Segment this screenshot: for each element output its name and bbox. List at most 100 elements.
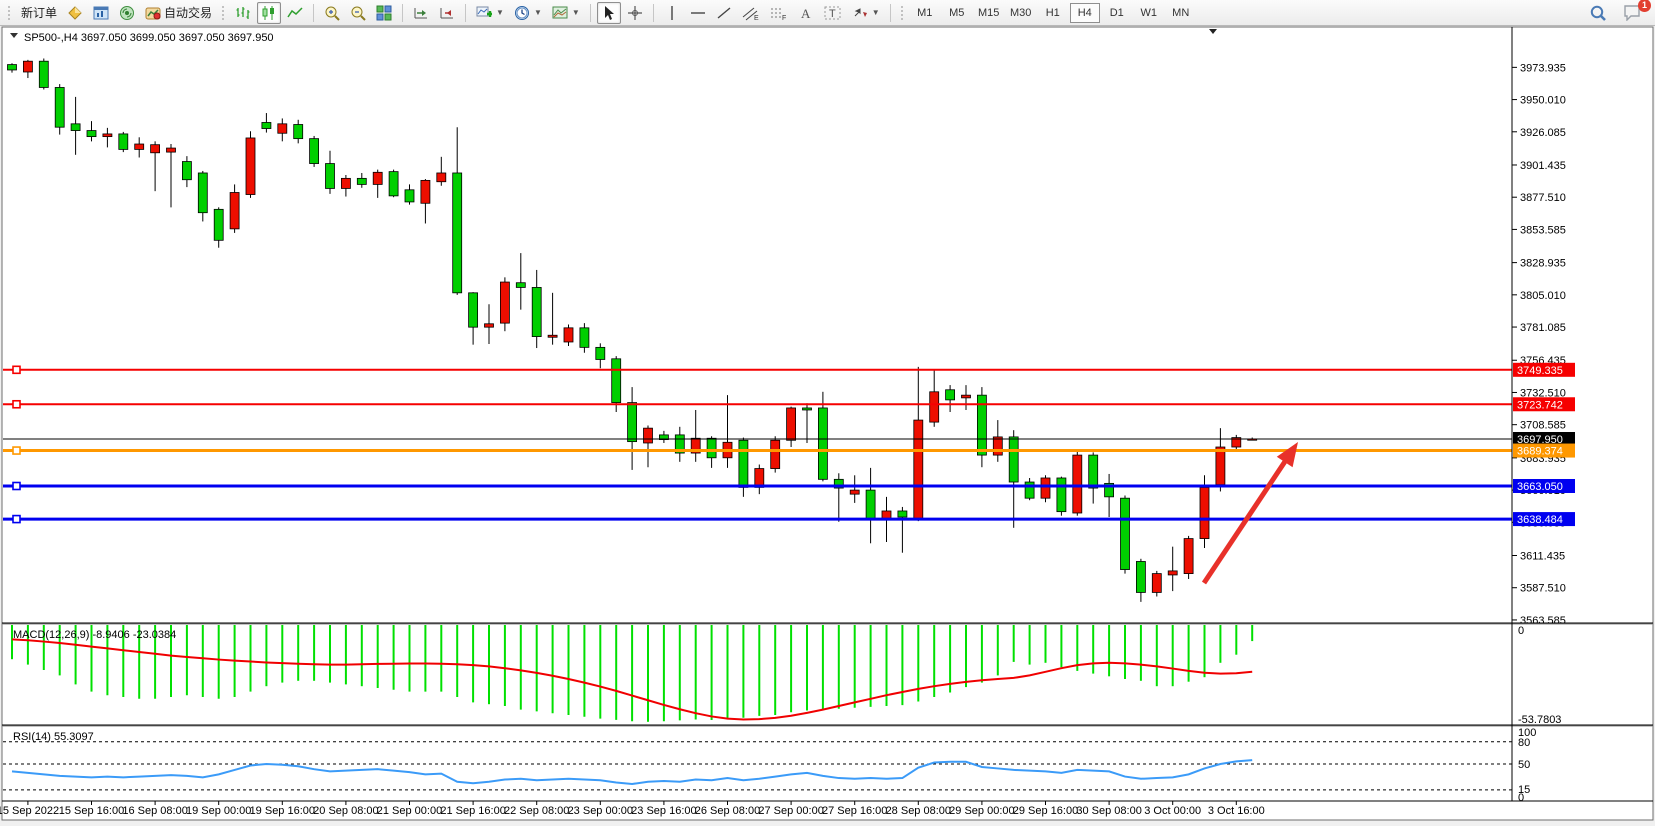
candle-body bbox=[405, 190, 414, 202]
time-tick-label: 29 Sep 16:00 bbox=[1013, 805, 1078, 817]
candle-body bbox=[1216, 447, 1225, 485]
time-tick-label: 22 Sep 08:00 bbox=[504, 805, 569, 817]
price-tick-label: 3877.510 bbox=[1520, 192, 1566, 204]
hline-handle[interactable] bbox=[13, 366, 20, 373]
candle-body bbox=[803, 408, 812, 410]
candle-body bbox=[628, 403, 637, 442]
time-tick-label: 27 Sep 00:00 bbox=[758, 805, 823, 817]
candle-body bbox=[548, 335, 557, 337]
candle-body bbox=[1200, 487, 1209, 538]
candle-body bbox=[421, 180, 430, 203]
rsi-axis-label: 50 bbox=[1518, 759, 1530, 771]
candle-body bbox=[182, 162, 191, 180]
candle-body bbox=[326, 164, 335, 189]
candle-body bbox=[962, 395, 971, 398]
candle-body bbox=[87, 131, 96, 137]
candle-body bbox=[1121, 498, 1130, 569]
price-tag-label: 3663.050 bbox=[1517, 481, 1563, 493]
price-tick-label: 3563.585 bbox=[1520, 615, 1566, 627]
price-tag-label: 3638.484 bbox=[1517, 514, 1563, 526]
candle-body bbox=[469, 293, 478, 327]
candle-body bbox=[262, 122, 271, 128]
price-tag-label: 3723.742 bbox=[1517, 399, 1563, 411]
candle-body bbox=[596, 347, 605, 359]
time-tick-label: 27 Sep 16:00 bbox=[822, 805, 887, 817]
price-tick-label: 3853.585 bbox=[1520, 224, 1566, 236]
candle-body bbox=[39, 61, 48, 87]
candle-body bbox=[612, 359, 621, 403]
candle-body bbox=[1025, 482, 1034, 498]
time-tick-label: 23 Sep 00:00 bbox=[568, 805, 633, 817]
time-tick-label: 20 Sep 08:00 bbox=[313, 805, 378, 817]
time-tick-label: 29 Sep 00:00 bbox=[949, 805, 1014, 817]
hline-handle[interactable] bbox=[13, 482, 20, 489]
rsi-axis-label: 80 bbox=[1518, 737, 1530, 749]
candle-body bbox=[707, 438, 716, 458]
candle-body bbox=[866, 490, 875, 520]
candle-body bbox=[532, 287, 541, 336]
hline-handle[interactable] bbox=[13, 401, 20, 408]
chart-window[interactable]: 3973.9353950.0103926.0853901.4353877.510… bbox=[0, 0, 1655, 826]
candle-body bbox=[453, 173, 462, 293]
price-tick-label: 3611.435 bbox=[1520, 551, 1565, 563]
time-tick-label: 26 Sep 08:00 bbox=[695, 805, 760, 817]
price-tick-label: 3587.510 bbox=[1520, 583, 1566, 595]
candle-body bbox=[151, 145, 160, 153]
time-tick-label: 16 Sep 08:00 bbox=[122, 805, 187, 817]
price-tick-label: 3781.085 bbox=[1520, 322, 1566, 334]
candle-body bbox=[437, 173, 446, 182]
candle-body bbox=[167, 148, 176, 152]
candle-body bbox=[135, 144, 144, 149]
price-tick-label: 3805.010 bbox=[1520, 290, 1566, 302]
macd-label: MACD(12,26,9) -8.9406 -23.0384 bbox=[13, 629, 176, 641]
candle-body bbox=[1073, 455, 1082, 513]
candle-body bbox=[357, 178, 366, 184]
candle-body bbox=[373, 172, 382, 184]
candle-body bbox=[1089, 455, 1098, 488]
hline-handle[interactable] bbox=[13, 516, 20, 523]
candle-body bbox=[850, 490, 859, 494]
candle-body bbox=[1136, 561, 1145, 592]
candle-body bbox=[930, 392, 939, 422]
candle-body bbox=[818, 408, 827, 479]
macd-axis-zero: 0 bbox=[1518, 625, 1524, 637]
candle-body bbox=[1168, 571, 1177, 575]
candle-body bbox=[564, 328, 573, 342]
candle-body bbox=[739, 440, 748, 487]
time-tick-label: 21 Sep 00:00 bbox=[377, 805, 442, 817]
candle-body bbox=[1184, 539, 1193, 574]
candle-body bbox=[516, 283, 525, 288]
candle-body bbox=[278, 124, 287, 133]
time-tick-label: 19 Sep 00:00 bbox=[186, 805, 251, 817]
time-tick-label: 28 Sep 08:00 bbox=[886, 805, 951, 817]
rsi-axis-label: 0 bbox=[1518, 792, 1524, 804]
candle-body bbox=[580, 328, 589, 348]
candle-body bbox=[55, 87, 64, 127]
candle-body bbox=[103, 134, 112, 137]
candle-body bbox=[23, 61, 32, 72]
time-tick-label: 3 Oct 16:00 bbox=[1208, 805, 1265, 817]
candle-body bbox=[787, 408, 796, 440]
candle-body bbox=[214, 209, 223, 240]
time-tick-label: 21 Sep 16:00 bbox=[440, 805, 505, 817]
time-tick-label: 30 Sep 08:00 bbox=[1076, 805, 1141, 817]
candle-body bbox=[771, 440, 780, 468]
candle-body bbox=[341, 178, 350, 188]
candle-body bbox=[898, 511, 907, 517]
price-tick-label: 3950.010 bbox=[1520, 95, 1566, 107]
candle-body bbox=[8, 65, 17, 70]
candle-body bbox=[485, 324, 494, 327]
candle-body bbox=[993, 437, 1002, 455]
chart-header: SP500-,H4 3697.050 3699.050 3697.050 369… bbox=[24, 32, 274, 44]
time-tick-label: 15 Sep 2022 bbox=[0, 805, 59, 817]
price-tick-label: 3926.085 bbox=[1520, 127, 1566, 139]
candle-body bbox=[198, 173, 207, 213]
hline-handle[interactable] bbox=[13, 447, 20, 454]
candle-body bbox=[230, 193, 239, 229]
price-tick-label: 3973.935 bbox=[1520, 62, 1566, 74]
time-tick-label: 23 Sep 16:00 bbox=[631, 805, 696, 817]
price-tick-label: 3708.585 bbox=[1520, 420, 1566, 432]
time-tick-label: 15 Sep 16:00 bbox=[59, 805, 124, 817]
price-tag-label: 3689.374 bbox=[1517, 446, 1563, 458]
candle-body bbox=[71, 124, 80, 131]
